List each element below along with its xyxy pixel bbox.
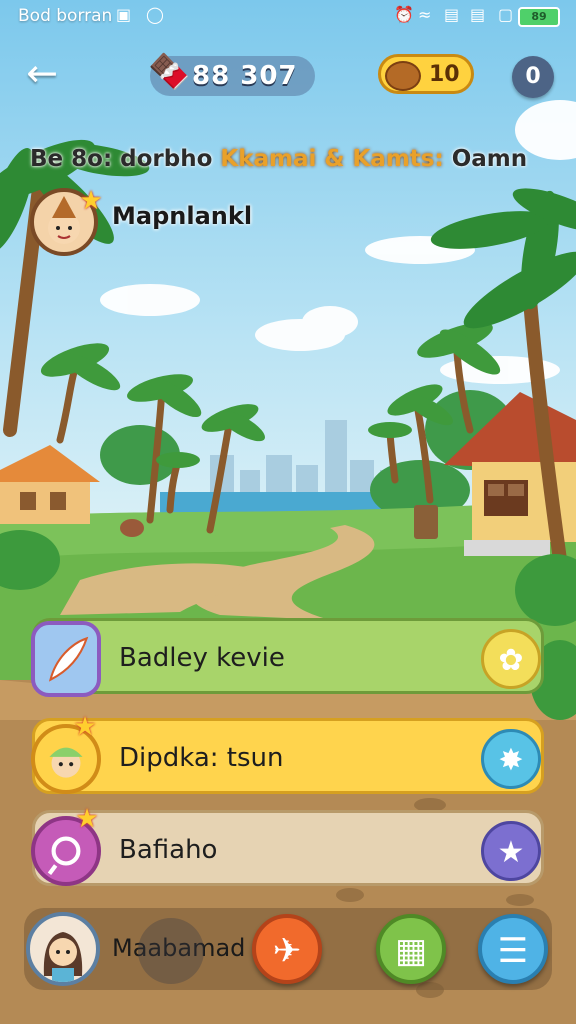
bottom-avatar[interactable] [26, 912, 100, 986]
clipboard-icon: ☰ [497, 931, 529, 971]
menu-item-3-label: Bafiaho [119, 835, 218, 865]
starburst-button[interactable]: ✸ [481, 729, 541, 789]
plane-button[interactable]: ✈ [252, 914, 322, 984]
quest-title: Be 8o: dorbho Kkamai & Kamts: Oamn [30, 146, 560, 172]
signal-icon: ▤ [444, 5, 460, 24]
clipboard-button[interactable]: ☰ [478, 914, 548, 984]
player-name: Mapnlankl [112, 202, 253, 230]
star-badge-icon-2: ★ [73, 712, 97, 742]
signal-icon-2: ▤ [470, 5, 486, 24]
quest-title-highlight: Kkamai & Kamts: [220, 146, 452, 172]
menu-item-2[interactable]: Dipdka: tsun ✸ [31, 718, 544, 794]
girl-avatar-icon [43, 932, 83, 982]
quest-title-suffix: Oamn [451, 146, 528, 172]
star-badge-icon: ★ [79, 186, 103, 216]
battery-indicator: 89 [518, 7, 560, 27]
profile-round-button[interactable]: 0 [512, 56, 554, 98]
shop-button[interactable]: ▦ [376, 914, 446, 984]
star-icon: ★ [497, 835, 525, 870]
flower-icon: ✿ [498, 643, 524, 678]
flower-button[interactable]: ✿ [481, 629, 541, 689]
gems-value: 10 [429, 61, 460, 87]
quest-title-prefix: Be 8o: dorbho [30, 146, 221, 172]
airplane-icon: ✈ [272, 931, 302, 971]
wifi-icon: ≈ [418, 5, 432, 24]
gems-counter[interactable]: 10 [378, 54, 474, 94]
star-button[interactable]: ★ [481, 821, 541, 881]
starburst-icon: ✸ [498, 743, 524, 778]
menu-item-1-label: Badley kevie [119, 643, 285, 673]
menu-item-1[interactable]: Badley kevie ✿ [31, 618, 544, 697]
status-bar: Bod borran ▣ ◯ ⏰ ≈ ▤ ▤ ▢ 89 [0, 0, 576, 34]
back-button[interactable]: ← [22, 54, 62, 94]
shadow-bubble [138, 918, 204, 984]
coins-value: 88 307 [192, 61, 298, 91]
menu-item-1-icon-box [31, 621, 101, 697]
menu-item-2-label: Dipdka: tsun [119, 743, 284, 773]
feather-icon [48, 636, 89, 682]
sim-icon: ▣ [116, 5, 132, 24]
back-arrow-icon: ← [26, 51, 58, 95]
shop-basket-icon: ▦ [394, 931, 428, 971]
menu-item-3[interactable]: Bafiaho ★ [31, 810, 544, 886]
gem-icon [385, 61, 421, 91]
coins-counter[interactable]: 🍫 88 307 [148, 52, 315, 96]
carrier-label: Bod borran [18, 6, 113, 26]
alarm-icon: ⏰ [394, 5, 414, 24]
shield-icon: ◯ [146, 5, 164, 24]
coins-icon: 🍫 [148, 52, 191, 92]
star-badge-icon-3: ★ [75, 804, 99, 834]
notification-icon: ▢ [498, 5, 514, 24]
